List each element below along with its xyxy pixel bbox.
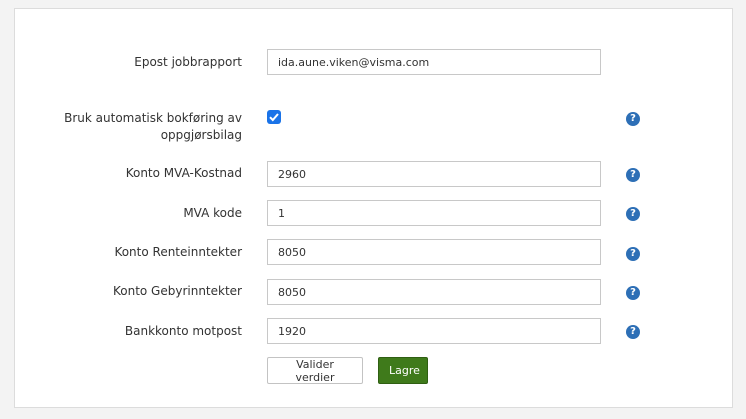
bokforing-checkbox[interactable] — [267, 110, 281, 124]
bankkonto-label: Bankkonto motpost — [124, 324, 242, 338]
bokforing-label-line2: oppgjørsbilag — [160, 128, 242, 142]
help-icon-mva-kode[interactable]: ? — [626, 207, 640, 221]
save-button[interactable]: Lagre — [378, 357, 428, 384]
bokforing-label: Bruk automatisk bokføring av oppgjørsbil… — [64, 110, 242, 144]
renteinntekter-label: Konto Renteinntekter — [114, 245, 242, 259]
mva-kode-input[interactable] — [267, 200, 601, 226]
checkmark-icon — [269, 113, 279, 122]
bokforing-label-line1: Bruk automatisk bokføring av — [64, 111, 242, 125]
help-icon-bankkonto[interactable]: ? — [626, 325, 640, 339]
renteinntekter-input[interactable] — [267, 239, 601, 265]
help-icon-renteinntekter[interactable]: ? — [626, 247, 640, 261]
epost-input[interactable] — [267, 49, 601, 75]
help-icon-bokforing[interactable]: ? — [626, 112, 640, 126]
epost-label: Epost jobbrapport — [134, 55, 242, 69]
help-icon-gebyrinntekter[interactable]: ? — [626, 286, 640, 300]
mva-kostnad-label: Konto MVA-Kostnad — [125, 166, 242, 180]
bankkonto-input[interactable] — [267, 318, 601, 344]
validate-button[interactable]: Valider verdier — [267, 357, 363, 384]
mva-kostnad-input[interactable] — [267, 161, 601, 187]
help-icon-mva-kostnad[interactable]: ? — [626, 168, 640, 182]
mva-kode-label: MVA kode — [183, 206, 242, 220]
settings-panel: Epost jobbrapport Bruk automatisk bokfør… — [14, 8, 733, 408]
gebyrinntekter-input[interactable] — [267, 279, 601, 305]
gebyrinntekter-label: Konto Gebyrinntekter — [112, 284, 242, 298]
